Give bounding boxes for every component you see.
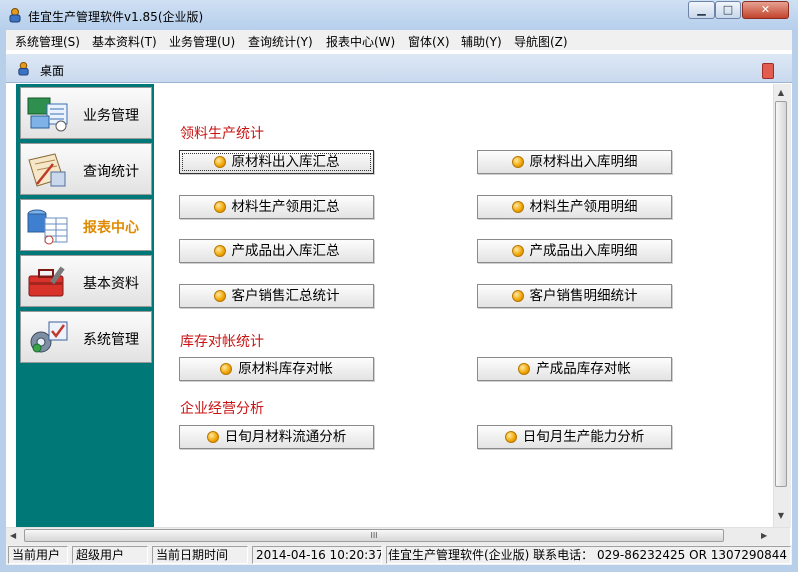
window-border-right bbox=[792, 30, 798, 572]
nav-item-query[interactable]: 查询统计 bbox=[20, 143, 152, 195]
nav-item-basic-data[interactable]: 基本资料 bbox=[20, 255, 152, 307]
orange-dot-icon bbox=[213, 156, 226, 168]
report-center-content: 领料生产统计 原材料出入库汇总 原材料出入库明细 材料生产领用汇总 材料生产领用… bbox=[154, 84, 773, 527]
section-title-inventory: 库存对帐统计 bbox=[180, 334, 264, 350]
query-icon bbox=[28, 153, 66, 187]
orange-dot-icon bbox=[213, 245, 226, 257]
report-button-finished-goods-io-summary[interactable]: 产成品出入库汇总 bbox=[179, 239, 374, 263]
status-user-value: 超级用户 bbox=[72, 546, 148, 564]
report-button-material-usage-summary[interactable]: 材料生产领用汇总 bbox=[179, 195, 374, 219]
report-button-customer-sales-summary[interactable]: 客户销售汇总统计 bbox=[179, 284, 374, 308]
maximize-button[interactable]: □ bbox=[715, 1, 741, 19]
horizontal-scroll-thumb[interactable]: III bbox=[24, 529, 724, 542]
vertical-scroll-thumb[interactable] bbox=[775, 101, 787, 487]
menu-basic-data[interactable]: 基本资料(T) bbox=[92, 33, 157, 50]
nav-item-system[interactable]: 系统管理 bbox=[20, 311, 152, 363]
minimize-button[interactable]: ▁ bbox=[688, 1, 715, 19]
scroll-down-arrow-icon[interactable]: ▼ bbox=[775, 511, 787, 521]
orange-dot-icon bbox=[504, 431, 517, 443]
menu-business[interactable]: 业务管理(U) bbox=[169, 33, 235, 50]
desktop-close-button[interactable] bbox=[762, 63, 774, 79]
nav-label-business: 业务管理 bbox=[83, 108, 139, 124]
toolbox-icon bbox=[28, 266, 65, 297]
menu-system[interactable]: 系统管理(S) bbox=[15, 33, 80, 50]
status-info: 佳宜生产管理软件(企业版) 联系电话： 029-86232425 OR 1307… bbox=[386, 546, 791, 564]
window-border-bottom bbox=[0, 565, 798, 572]
menu-window[interactable]: 窗体(X) bbox=[408, 33, 450, 50]
scroll-up-arrow-icon[interactable]: ▲ bbox=[775, 88, 787, 98]
report-button-raw-material-io-summary[interactable]: 原材料出入库汇总 bbox=[179, 150, 374, 174]
menu-report[interactable]: 报表中心(W) bbox=[326, 33, 395, 50]
menu-help[interactable]: 辅助(Y) bbox=[461, 33, 502, 50]
report-button-material-flow-analysis[interactable]: 日旬月材料流通分析 bbox=[179, 425, 374, 449]
orange-dot-icon bbox=[518, 363, 531, 375]
nav-panel: 业务管理 查询统计 报表中心 基本资料 系统管理 bbox=[16, 84, 154, 527]
menu-bar: 系统管理(S) 基本资料(T) 业务管理(U) 查询统计(Y) 报表中心(W) … bbox=[6, 30, 792, 50]
report-icon bbox=[27, 209, 68, 245]
close-button[interactable]: ✕ bbox=[742, 1, 789, 19]
nav-label-report: 报表中心 bbox=[83, 220, 139, 236]
orange-dot-icon bbox=[213, 290, 226, 302]
section-title-analysis: 企业经营分析 bbox=[180, 401, 264, 417]
nav-item-report[interactable]: 报表中心 bbox=[20, 199, 152, 251]
scroll-right-arrow-icon[interactable]: ▶ bbox=[761, 530, 771, 542]
status-user-label: 当前用户 bbox=[8, 546, 68, 564]
status-date-value: 2014-04-16 10:20:37 bbox=[252, 546, 382, 564]
report-button-raw-material-io-detail[interactable]: 原材料出入库明细 bbox=[477, 150, 672, 174]
business-icon bbox=[27, 97, 68, 132]
system-gear-icon bbox=[30, 321, 68, 353]
section-title-production: 领料生产统计 bbox=[180, 126, 264, 142]
scroll-left-arrow-icon[interactable]: ◀ bbox=[10, 530, 20, 542]
nav-label-basic-data: 基本资料 bbox=[83, 276, 139, 292]
title-bar[interactable]: 佳宜生产管理软件v1.85(企业版) ▁ □ ✕ bbox=[0, 0, 798, 30]
report-button-customer-sales-detail[interactable]: 客户销售明细统计 bbox=[477, 284, 672, 308]
orange-dot-icon bbox=[511, 201, 524, 213]
report-button-material-usage-detail[interactable]: 材料生产领用明细 bbox=[477, 195, 672, 219]
app-icon bbox=[9, 8, 21, 23]
status-date-label: 当前日期时间 bbox=[152, 546, 248, 564]
menu-navigation[interactable]: 导航图(Z) bbox=[514, 33, 568, 50]
desktop-label: 桌面 bbox=[40, 64, 65, 78]
orange-dot-icon bbox=[220, 363, 233, 375]
orange-dot-icon bbox=[511, 156, 524, 168]
orange-dot-icon bbox=[213, 201, 226, 213]
orange-dot-icon bbox=[206, 431, 219, 443]
desktop-icon bbox=[18, 61, 29, 76]
menu-query[interactable]: 查询统计(Y) bbox=[248, 33, 313, 50]
orange-dot-icon bbox=[511, 245, 524, 257]
desktop-tab-bar: 桌面 bbox=[6, 54, 792, 83]
window-title: 佳宜生产管理软件v1.85(企业版) bbox=[28, 10, 204, 24]
orange-dot-icon bbox=[511, 290, 524, 302]
report-button-finished-goods-stock-check[interactable]: 产成品库存对帐 bbox=[477, 357, 672, 381]
window-border-left bbox=[0, 30, 6, 572]
nav-label-system: 系统管理 bbox=[83, 332, 139, 348]
nav-label-query: 查询统计 bbox=[83, 164, 139, 180]
report-button-production-capacity-analysis[interactable]: 日旬月生产能力分析 bbox=[477, 425, 672, 449]
nav-item-business[interactable]: 业务管理 bbox=[20, 87, 152, 139]
report-button-finished-goods-io-detail[interactable]: 产成品出入库明细 bbox=[477, 239, 672, 263]
report-button-raw-material-stock-check[interactable]: 原材料库存对帐 bbox=[179, 357, 374, 381]
